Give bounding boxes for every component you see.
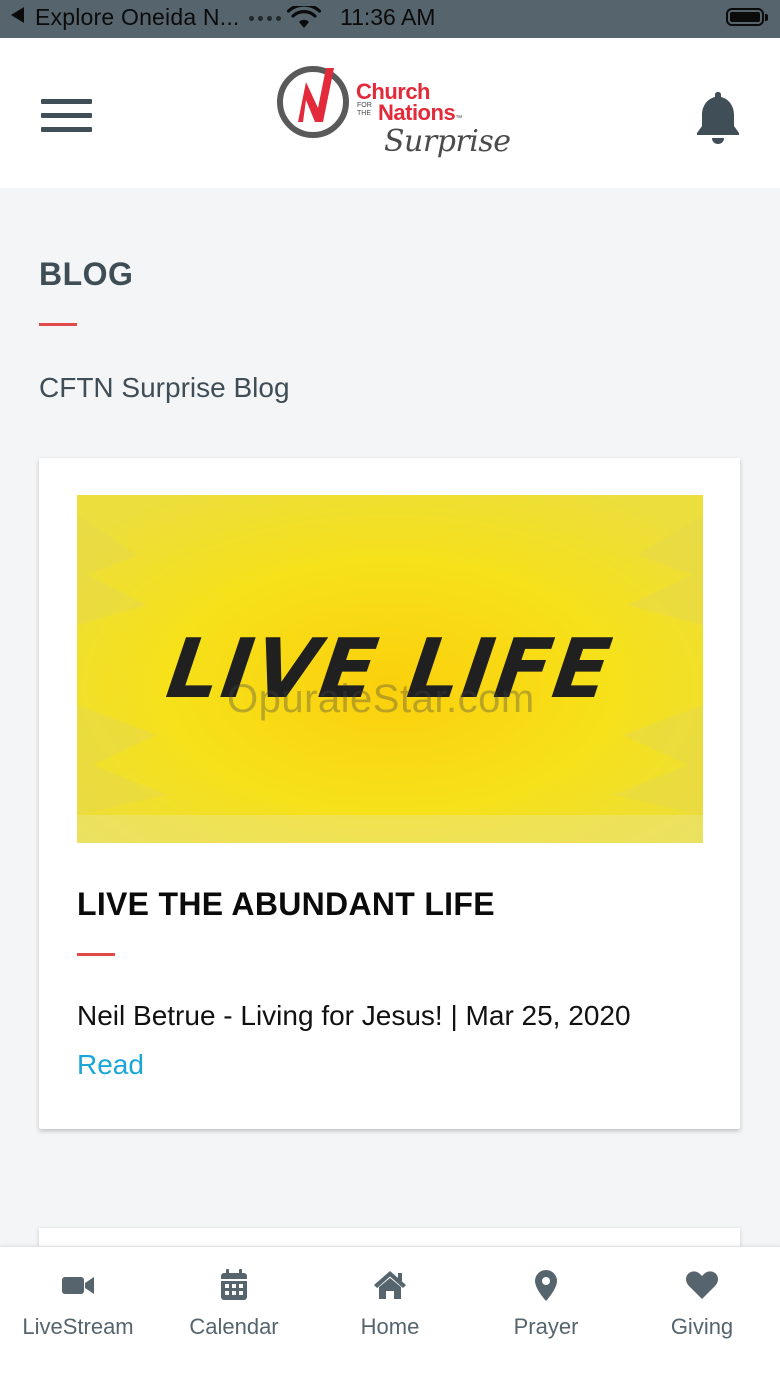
read-link[interactable]: Read [77,1049,144,1081]
menu-bar [41,99,92,104]
video-camera-icon [62,1277,94,1294]
logo-location-text: Surprise [384,124,511,159]
tab-calendar[interactable]: Calendar [156,1247,312,1367]
home-icon [374,1271,406,1299]
notification-bell-icon[interactable] [694,88,742,146]
battery-icon [726,8,768,26]
title-accent-divider [39,323,77,326]
tab-prayer[interactable]: Prayer [468,1247,624,1367]
blog-post-meta: Neil Betrue - Living for Jesus! | Mar 25… [77,1000,631,1031]
heart-icon [686,1271,718,1299]
tab-label: Prayer [513,1314,579,1339]
blog-post-card[interactable]: LIVE LIFE OpuraieStar.com LIVE THE ABUND… [39,458,740,1129]
status-time: 11:36 AM [340,4,436,30]
signal-icon [249,16,281,21]
image-watermark: OpuraieStar.com [227,677,535,721]
tab-label: Calendar [189,1314,279,1339]
map-pin-icon [535,1270,557,1301]
tab-livestream[interactable]: LiveStream [0,1247,156,1367]
logo-n-mark-icon [277,66,349,138]
church-logo[interactable]: Church FOR THE Nations™ Surprise [276,60,511,168]
app-header: Church FOR THE Nations™ Surprise [0,38,780,188]
tab-label: LiveStream [22,1314,134,1339]
calendar-icon [221,1269,247,1300]
menu-bar [41,127,92,132]
page-title: BLOG [39,256,134,292]
page-subtitle: CFTN Surprise Blog [39,372,290,403]
tab-home[interactable]: Home [312,1247,468,1367]
image-headline: LIVE LIFE [161,621,619,717]
status-app-name[interactable]: Explore Oneida N... [35,4,240,31]
tab-label: Home [360,1314,420,1339]
back-arrow-icon[interactable] [11,7,24,23]
card-accent-divider [77,953,115,956]
tab-label: Giving [670,1314,734,1339]
status-bar: Explore Oneida N... 11:36 AM [0,0,780,38]
logo-for-the-text: FOR THE [357,102,372,117]
logo-nations-text: Nations™ [378,100,462,125]
blog-post-title[interactable]: LIVE THE ABUNDANT LIFE [77,886,495,923]
bottom-tab-bar: LiveStream Calendar Home Prayer Giving [0,1246,780,1388]
menu-bar [41,113,92,118]
tab-giving[interactable]: Giving [624,1247,780,1367]
hamburger-menu-button[interactable] [41,97,93,135]
wifi-icon [287,6,321,28]
blog-post-image[interactable]: LIVE LIFE OpuraieStar.com [77,495,703,843]
